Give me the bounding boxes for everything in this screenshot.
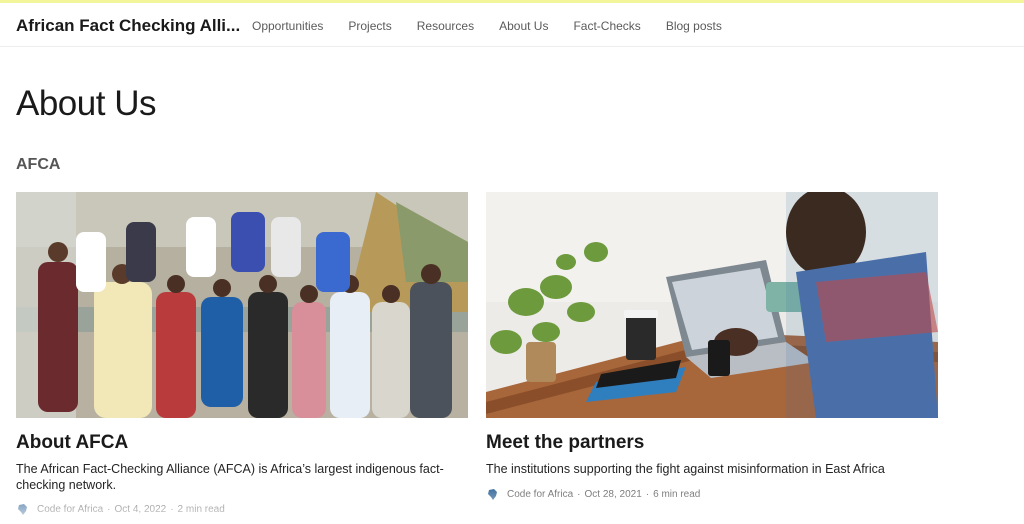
card-description: The institutions supporting the fight ag… xyxy=(486,462,885,476)
site-header: African Fact Checking Alli... Opportunit… xyxy=(0,3,1024,47)
article-card-meet-partners[interactable]: Meet the partners The institutions suppo… xyxy=(486,192,938,500)
card-date: Oct 4, 2022 xyxy=(114,504,167,515)
laptop-desk-photo-image[interactable] xyxy=(486,192,938,418)
meta-separator: · xyxy=(170,504,174,515)
nav-resources[interactable]: Resources xyxy=(417,19,474,33)
card-author[interactable]: Code for Africa xyxy=(37,504,103,515)
card-title[interactable]: About AFCA xyxy=(16,432,128,454)
article-card-about-afca[interactable]: About AFCA The African Fact-Checking All… xyxy=(16,192,468,515)
meta-separator: · xyxy=(107,504,111,515)
card-read-time: 6 min read xyxy=(653,489,701,500)
nav-opportunities[interactable]: Opportunities xyxy=(252,19,323,33)
section-label: AFCA xyxy=(16,156,61,173)
card-date: Oct 28, 2021 xyxy=(584,489,642,500)
meta-separator: · xyxy=(577,489,581,500)
page-title: About Us xyxy=(16,84,156,123)
nav-blog-posts[interactable]: Blog posts xyxy=(666,19,722,33)
card-title[interactable]: Meet the partners xyxy=(486,432,644,454)
site-brand-link[interactable]: African Fact Checking Alli... xyxy=(16,16,240,36)
nav-about-us[interactable]: About Us xyxy=(499,19,548,33)
meta-separator: · xyxy=(645,489,650,500)
card-meta: Code for Africa · Oct 4, 2022 · 2 min re… xyxy=(16,503,225,516)
card-author[interactable]: Code for Africa xyxy=(507,489,573,500)
nav-fact-checks[interactable]: Fact-Checks xyxy=(573,19,640,33)
card-meta: Code for Africa · Oct 28, 2021 · 6 min r… xyxy=(486,488,700,501)
card-description: The African Fact-Checking Alliance (AFCA… xyxy=(16,462,444,492)
nav-projects[interactable]: Projects xyxy=(348,19,391,33)
main-nav: Opportunities Projects Resources About U… xyxy=(252,19,747,33)
card-read-time: 2 min read xyxy=(177,504,225,515)
africa-logo-icon xyxy=(488,489,497,500)
group-photo-image[interactable] xyxy=(16,192,468,418)
africa-logo-icon xyxy=(18,504,27,515)
